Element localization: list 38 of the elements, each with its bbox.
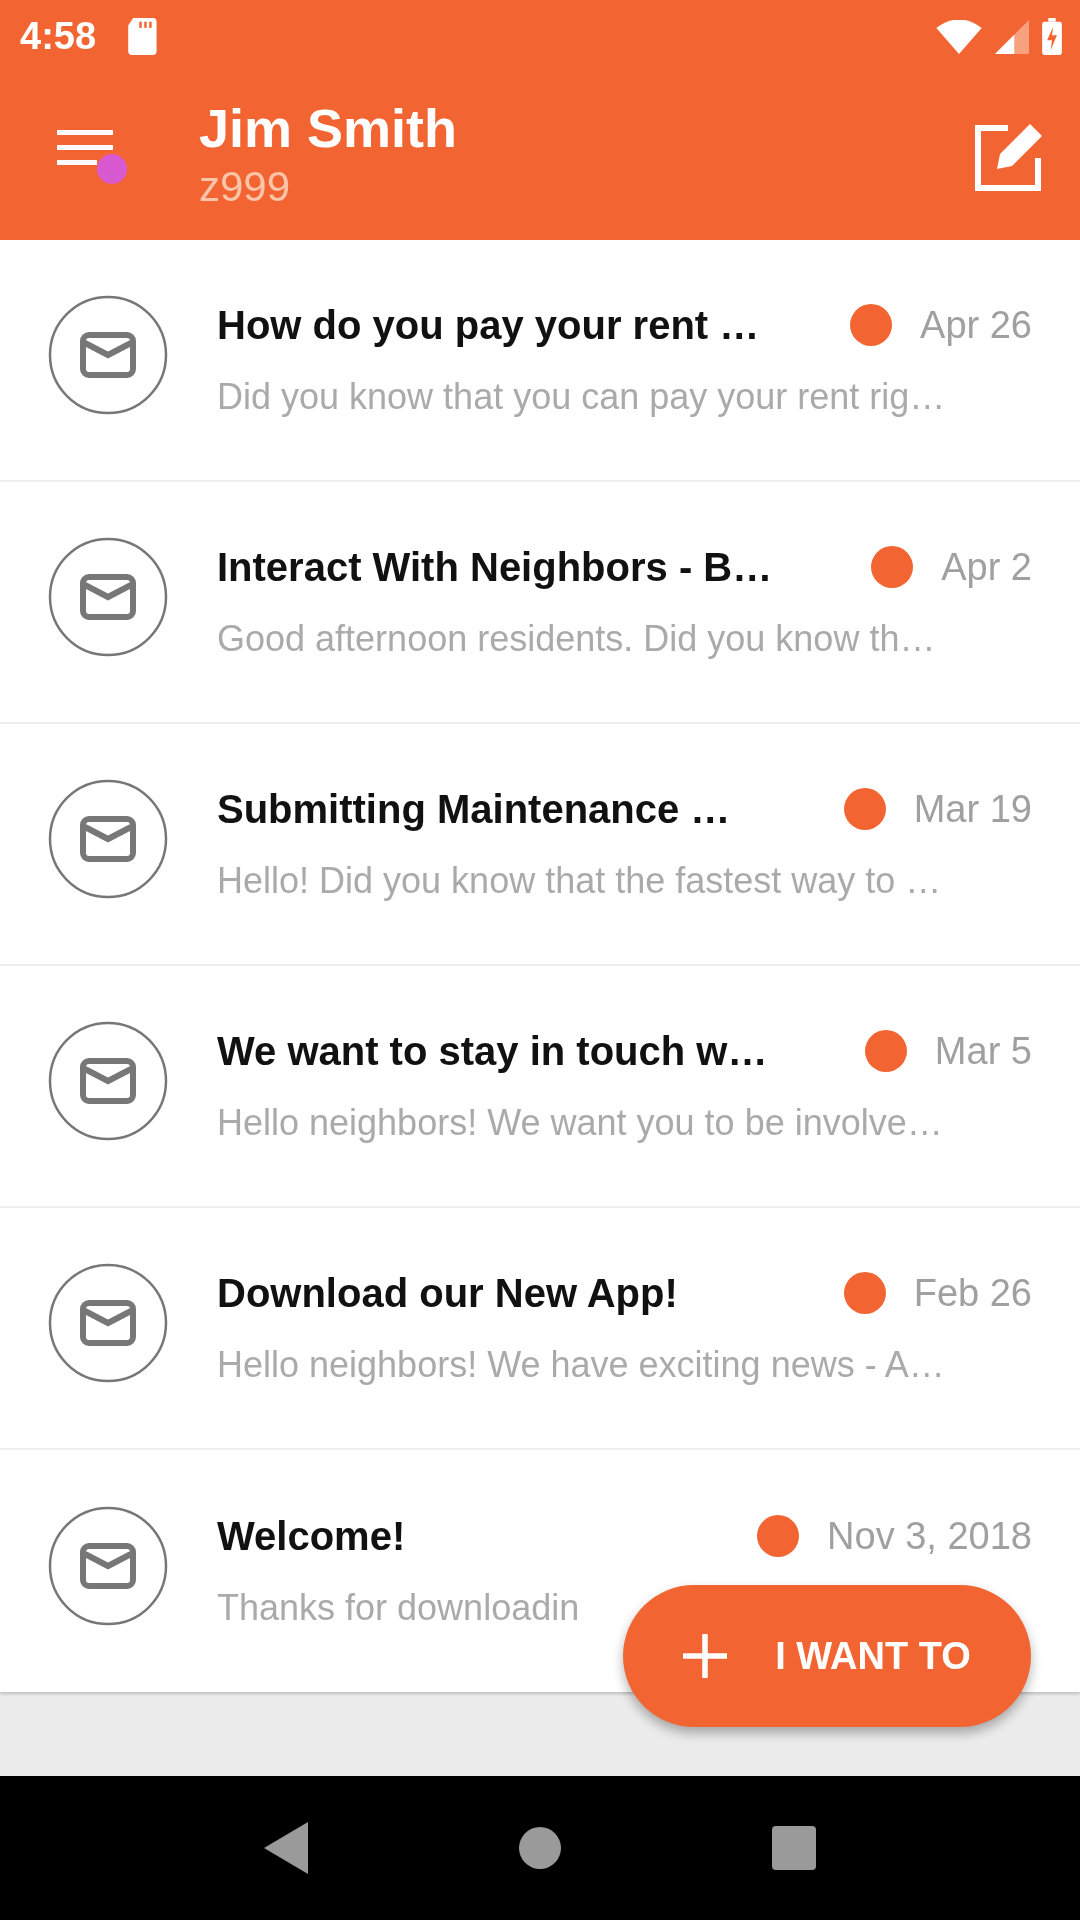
back-icon[interactable] xyxy=(264,1822,308,1874)
message-date: Apr 26 xyxy=(920,303,1032,347)
message-date: Mar 19 xyxy=(913,787,1032,831)
signal-icon xyxy=(994,19,1030,54)
menu-icon xyxy=(57,127,113,168)
envelope-icon xyxy=(48,779,168,899)
message-preview: Hello! Did you know that the fastest way to … xyxy=(217,859,943,902)
user-name: Jim Smith xyxy=(199,96,459,159)
wifi-icon xyxy=(936,19,982,54)
envelope-icon xyxy=(48,1021,168,1141)
message-preview: Thanks for downloadin xyxy=(217,1586,581,1629)
message-title: We want to stay in touch w… xyxy=(217,1028,769,1074)
envelope-icon xyxy=(48,537,168,657)
menu-button[interactable] xyxy=(57,127,129,186)
i-want-to-button[interactable]: I WANT TO xyxy=(623,1585,1031,1727)
message-date: Nov 3, 2018 xyxy=(827,1514,1032,1558)
message-title: Interact With Neighbors - B… xyxy=(217,544,774,590)
home-icon[interactable] xyxy=(518,1826,562,1870)
message-title: Submitting Maintenance … xyxy=(217,786,732,832)
message-title: Welcome! xyxy=(217,1513,407,1559)
envelope-icon xyxy=(48,1506,168,1626)
message-title: Download our New App! xyxy=(217,1270,679,1316)
clock: 4:58 xyxy=(20,15,97,58)
message-preview: Did you know that you can pay your rent rig… xyxy=(217,375,947,418)
plus-icon xyxy=(683,1634,728,1678)
envelope-icon xyxy=(48,1263,168,1383)
message-date: Feb 26 xyxy=(913,1271,1032,1315)
message-preview: Hello neighbors! We have exciting news - A… xyxy=(217,1343,946,1386)
message-preview: Hello neighbors! We want you to be involve… xyxy=(217,1101,944,1144)
envelope-icon xyxy=(48,295,168,415)
battery-icon xyxy=(1042,18,1062,55)
message-title: How do you pay your rent … xyxy=(217,302,761,348)
message-date: Mar 5 xyxy=(934,1029,1032,1073)
message-date: Apr 2 xyxy=(941,545,1032,589)
message-preview: Good afternoon residents. Did you know th… xyxy=(217,617,937,660)
compose-icon[interactable] xyxy=(974,121,1044,192)
user-id: z999 xyxy=(199,162,292,211)
sd-card-icon xyxy=(128,18,159,55)
